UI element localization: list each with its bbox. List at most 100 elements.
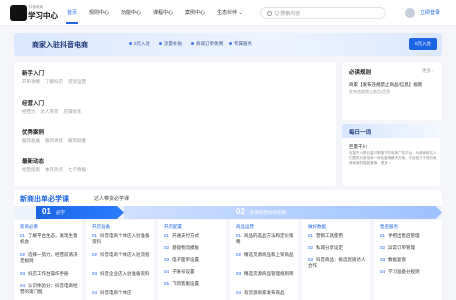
- item-label: 精选货源商品管理规则简: [244, 271, 294, 276]
- column-title: 新商必看: [20, 224, 38, 229]
- course-item[interactable]: 04 学习准备分规则: [380, 269, 440, 275]
- rule-item-sub: 发布违规禁止商品/信息: [349, 89, 391, 94]
- step-one[interactable]: 01 必学: [36, 206, 124, 219]
- logo-title[interactable]: 学习中心: [28, 10, 58, 21]
- section-link[interactable]: 开单攻略: [22, 79, 40, 84]
- section-title[interactable]: 优秀案例: [22, 128, 44, 136]
- section-title[interactable]: 新手入门: [22, 69, 44, 77]
- course-item[interactable]: 01 抖音电商个体店入驻准备资料: [92, 233, 152, 245]
- course-item[interactable]: 03 数据复盘: [380, 257, 440, 263]
- nav-features[interactable]: 功能中心: [121, 9, 141, 16]
- search-icon: [267, 10, 272, 16]
- item-number: 02: [308, 245, 314, 250]
- item-label: 有货源商家发布商品: [244, 290, 285, 295]
- section-link[interactable]: 服饰发展: [22, 138, 40, 143]
- daily-word-card: 每日一词 巨量千川 巨量千川是巨量引擎旗下的电商广告平台，为商家和达人们提供抖音…: [342, 124, 440, 186]
- daily-word: 巨量千川: [349, 144, 367, 149]
- item-number: 01: [164, 233, 170, 238]
- section-title[interactable]: 最新动态: [22, 157, 44, 165]
- section-link[interactable]: 服饰轻奢: [68, 138, 86, 143]
- item-number: 04: [236, 290, 242, 295]
- banner-title: 商家入驻抖音电商: [32, 42, 88, 49]
- rules-title: 必读规则: [349, 70, 372, 76]
- course-column: 新商必看 01 了解平台生态，发现生意机会 02 选择一努力，经营前请决定规则 03…: [14, 220, 82, 300]
- join-button[interactable]: 0元入驻: [409, 38, 437, 50]
- course-item[interactable]: 02 私域分享设定: [308, 245, 368, 251]
- item-label: 私域分享设定: [316, 245, 344, 250]
- item-label: 异常订单管理: [388, 245, 416, 250]
- course-item[interactable]: 04 抖音电商个体店: [92, 290, 152, 296]
- tab-influencer-course[interactable]: 达人带货必学课: [94, 195, 129, 202]
- item-label: 子账号设置: [172, 269, 195, 274]
- login-link[interactable]: 立即登录: [420, 9, 440, 16]
- item-number: 05: [164, 281, 170, 286]
- course-item[interactable]: 02 抖音电商个体店入驻流程: [92, 252, 152, 258]
- item-number: 04: [20, 283, 26, 288]
- item-number: 01: [92, 233, 98, 238]
- course-item[interactable]: 02 选择一努力，经营前请决定规则: [20, 252, 80, 264]
- douyin-logo-icon[interactable]: [10, 5, 27, 21]
- merchant-banner[interactable]: 商家入驻抖音电商 0元入驻 流量补贴 商城订单免佣 专属服务 0元入驻: [14, 33, 442, 56]
- course-item[interactable]: 01 商品的选品方法和定价策略: [236, 233, 296, 245]
- section-link[interactable]: 服饰男装: [45, 138, 63, 143]
- step-two[interactable]: 02 新商经营动作指南: [124, 206, 442, 219]
- column-title: 做好数据: [308, 224, 326, 229]
- section-link[interactable]: 本月热点: [45, 167, 63, 172]
- section-link[interactable]: 货架运营: [68, 79, 86, 84]
- course-item[interactable]: 01 营销工具使用: [308, 233, 368, 239]
- nav-home[interactable]: 首页: [67, 9, 77, 16]
- course-item[interactable]: 03 抖音商品：挑选优质达人合作: [308, 257, 368, 269]
- course-item[interactable]: 02 基础物流模板: [164, 245, 224, 251]
- daily-word-body[interactable]: 巨量千川是巨量引擎旗下的电商广告平台，为商家和达人们提供抖音电商一体化营销解决方…: [349, 151, 437, 166]
- course-item[interactable]: 04 认识体验分：抖音电商经营的第门槛: [20, 283, 80, 295]
- item-number: 04: [164, 269, 170, 274]
- course-item[interactable]: 03 电子面单设置: [164, 257, 224, 263]
- section-link[interactable]: 达人带货: [41, 109, 59, 114]
- section-link[interactable]: 店铺优化: [64, 109, 82, 114]
- quick-links-card: 新手入门 开单攻略 了解抖店 货架运营 经营入门 经营力 达人带货 店铺优化 优秀案例 …: [14, 62, 336, 186]
- tab-new-merchant-course[interactable]: 新商出单必学课: [20, 194, 69, 204]
- course-item[interactable]: 04 子账号设置: [164, 269, 224, 275]
- course-item[interactable]: 01 手把出售后管理: [380, 233, 440, 239]
- section-link[interactable]: 了解抖店: [45, 79, 63, 84]
- section-link[interactable]: 经营力: [22, 109, 36, 114]
- item-label: 电子面单设置: [172, 257, 200, 262]
- item-number: 03: [308, 257, 314, 262]
- section-title[interactable]: 经营入门: [22, 99, 44, 107]
- item-number: 01: [308, 233, 314, 238]
- item-label: 抖音商品：挑选优质达人合作: [308, 257, 366, 268]
- item-number: 03: [164, 257, 170, 262]
- item-label: 营销工具使用: [316, 233, 344, 238]
- item-label: 手把出售后管理: [388, 233, 420, 238]
- course-item[interactable]: 04 有货源商家发布商品: [236, 290, 296, 296]
- item-label: 抖音电商个体店: [100, 290, 132, 295]
- search-input[interactable]: Q 搜索内容: [260, 7, 386, 19]
- nav-courses[interactable]: 课程中心: [153, 9, 173, 16]
- section-links: 经营力 达人带货 店铺优化: [22, 109, 87, 115]
- section-link[interactable]: 七夕情报: [68, 167, 86, 172]
- course-item[interactable]: 02 精选货源商品和上架商品: [236, 252, 296, 258]
- course-item[interactable]: 03 精选货源商品管理规则简: [236, 271, 296, 277]
- section-links: 服饰发展 服饰男装 服饰轻奢: [22, 138, 91, 144]
- nav-rules[interactable]: 规则中心: [89, 9, 109, 16]
- daily-word-title: 每日一词: [349, 130, 372, 136]
- course-item[interactable]: 01 了解平台生态，发现生意机会: [20, 233, 80, 245]
- item-label: 了解平台生态，发现生意机会: [20, 233, 78, 244]
- course-item[interactable]: 02 异常订单管理: [380, 245, 440, 251]
- course-column: 开店准备 01 抖音电商个体店入驻准备资料 02 抖音电商个体店入驻流程 03 抖音企…: [86, 220, 154, 300]
- item-label: 抖音企业店入驻准备资料: [100, 271, 150, 276]
- course-item[interactable]: 05 飞鸽客服设置: [164, 281, 224, 287]
- rule-item-title[interactable]: 商家【发布违规禁止商品/信息】规则: [349, 82, 422, 88]
- rules-more-link[interactable]: 更多 ›: [422, 68, 434, 74]
- banner-pill: 流量补贴: [159, 41, 182, 47]
- course-item[interactable]: 03 抖音企业店入驻准备资料: [92, 271, 152, 277]
- nav-cases[interactable]: 案例中心: [185, 9, 205, 16]
- course-item[interactable]: 03 抖店工作台操作手册: [20, 271, 80, 277]
- item-number: 02: [20, 252, 26, 257]
- nav-partners-dropdown[interactable]: 生态伙伴 ⌄: [217, 9, 243, 16]
- course-column: 开店配置 01 开通支付方式 02 基础物流模板 03 电子面单设置 04 子账号设置 …: [158, 220, 226, 300]
- avatar[interactable]: [405, 8, 415, 18]
- section-link[interactable]: 经营指南: [22, 167, 40, 172]
- course-item[interactable]: 01 开通支付方式: [164, 233, 224, 239]
- item-label: 选择一努力，经营前请决定规则: [20, 252, 78, 263]
